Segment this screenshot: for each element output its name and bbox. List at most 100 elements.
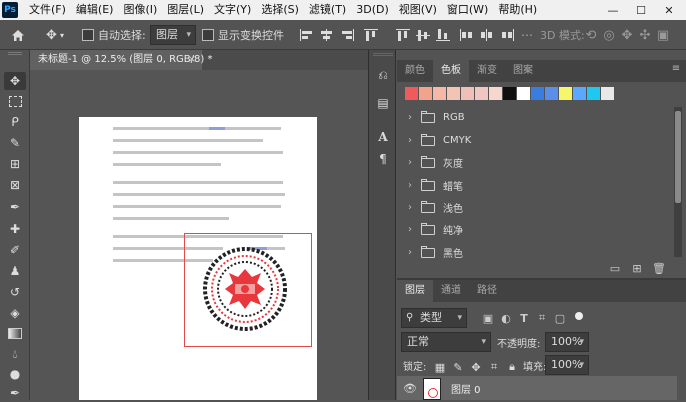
selection-bounding-box[interactable] [184, 233, 312, 347]
character-panel-icon[interactable]: A [373, 128, 393, 146]
crop-tool-icon[interactable]: ⊞ [4, 155, 26, 173]
eyedropper-tool-icon[interactable]: ✒ [4, 198, 26, 216]
filter-smart-object-icon[interactable]: ▢ [553, 311, 567, 325]
swatch[interactable] [559, 87, 572, 100]
swatches-scroll-thumb[interactable] [675, 111, 681, 203]
align-vertical-centers-icon[interactable] [416, 29, 430, 41]
menu-image[interactable]: 图像(I) [118, 0, 162, 20]
lock-image-pixels-icon[interactable]: ✎ [449, 358, 467, 376]
lock-position-icon[interactable]: ✥ [467, 358, 485, 376]
tab-gradients[interactable]: 渐变 [469, 60, 505, 82]
3d-pan-icon[interactable]: ✥ [620, 25, 634, 45]
move-tool-preset-icon[interactable]: ✥ ▾ [38, 25, 72, 45]
filter-pixel-layer-icon[interactable]: ▣ [481, 311, 495, 325]
marquee-tool-icon[interactable] [4, 92, 26, 110]
filter-shape-layer-icon[interactable]: ⌗ [535, 311, 549, 325]
swatch[interactable] [433, 87, 446, 100]
3d-orbit-icon[interactable]: ⟲ [584, 25, 598, 45]
swatch-group-pure[interactable]: › 纯净 [397, 220, 672, 239]
show-transform-checkbox[interactable] [202, 29, 214, 41]
move-tool-icon[interactable]: ✥ [4, 72, 26, 90]
swatch[interactable] [573, 87, 586, 100]
menu-file[interactable]: 文件(F) [24, 0, 71, 20]
tab-patterns[interactable]: 图案 [505, 60, 541, 82]
lasso-tool-icon[interactable]: ᑭ [4, 113, 26, 131]
lock-artboard-icon[interactable]: ⌗ [485, 358, 503, 376]
history-brush-tool-icon[interactable]: ↺ [4, 283, 26, 301]
swatch-group-light[interactable]: › 浅色 [397, 198, 672, 217]
swatch[interactable] [545, 87, 558, 100]
filter-type-layer-icon[interactable]: T [517, 311, 531, 325]
close-window-button[interactable]: ✕ [656, 0, 682, 20]
swatch[interactable] [405, 87, 418, 100]
filter-adjustment-layer-icon[interactable]: ◐ [499, 311, 513, 325]
minimize-button[interactable]: — [600, 0, 626, 20]
brush-tool-icon[interactable]: ✐ [4, 241, 26, 259]
align-top-edges-icon[interactable] [364, 29, 378, 41]
tab-layers[interactable]: 图层 [397, 280, 433, 302]
3d-roll-icon[interactable]: ◎ [602, 25, 616, 45]
new-group-icon[interactable]: ▭ [608, 261, 622, 275]
history-panel-icon[interactable]: ⎌ [373, 66, 393, 84]
maximize-button[interactable]: ☐ [628, 0, 654, 20]
distribute-right-icon[interactable] [500, 29, 514, 41]
menu-window[interactable]: 窗口(W) [442, 0, 493, 20]
align-left-edges-icon[interactable] [300, 29, 314, 41]
strip-grip[interactable] [373, 53, 393, 56]
menu-3d[interactable]: 3D(D) [351, 0, 394, 20]
document-tab[interactable]: 未标题-1 @ 12.5% (图层 0, RGB/8) * × [30, 50, 212, 70]
menu-type[interactable]: 文字(Y) [209, 0, 256, 20]
frame-tool-icon[interactable]: ⊠ [4, 176, 26, 194]
paragraph-panel-icon[interactable]: ¶ [373, 150, 393, 168]
3d-scale-icon[interactable]: ▣ [656, 25, 670, 45]
tab-swatches[interactable]: 色板 [433, 60, 469, 82]
swatches-scrollbar[interactable] [674, 107, 682, 257]
quick-selection-tool-icon[interactable]: ✎ [4, 134, 26, 152]
align-bottom-edges-icon[interactable] [436, 29, 450, 41]
layer-name[interactable]: 图层 0 [451, 381, 481, 396]
3d-slide-icon[interactable]: ✣ [638, 25, 652, 45]
fill-field[interactable]: 100% [545, 355, 589, 375]
panel-menu-icon[interactable]: ≡ [669, 63, 683, 77]
swatch[interactable] [447, 87, 460, 100]
swatch-group-cmyk[interactable]: › CMYK [397, 131, 672, 150]
blend-mode-dropdown[interactable]: 正常 [401, 332, 491, 352]
swatch[interactable] [461, 87, 474, 100]
swatch[interactable] [587, 87, 600, 100]
delete-swatch-icon[interactable]: 🗑︎ [652, 261, 666, 275]
clone-stamp-tool-icon[interactable]: ♟ [4, 262, 26, 280]
auto-select-target-dropdown[interactable]: 图层 [150, 25, 196, 45]
gradient-tool-icon[interactable] [4, 324, 26, 342]
swatch-group-pastel[interactable]: › 蜡笔 [397, 176, 672, 195]
swatch[interactable] [419, 87, 432, 100]
menu-select[interactable]: 选择(S) [256, 0, 304, 20]
filter-toggle-icon[interactable] [575, 312, 583, 320]
menu-view[interactable]: 视图(V) [394, 0, 442, 20]
menu-layer[interactable]: 图层(L) [162, 0, 209, 20]
auto-select-checkbox[interactable] [82, 29, 94, 41]
eye-visibility-icon[interactable]: 👁︎ [403, 382, 417, 395]
new-swatch-icon[interactable]: ⊞ [630, 261, 644, 275]
swatch[interactable] [601, 87, 614, 100]
lock-all-icon[interactable]: 🔒︎ [503, 358, 521, 376]
tab-channels[interactable]: 通道 [433, 280, 469, 302]
lock-transparent-pixels-icon[interactable]: ▦ [431, 358, 449, 376]
align-right-edges-icon[interactable] [340, 29, 354, 41]
swatch-group-rgb[interactable]: › RGB [397, 108, 672, 127]
distribute-center-icon[interactable] [480, 29, 494, 41]
healing-brush-tool-icon[interactable]: ✚ [4, 220, 26, 238]
swatch-group-dark[interactable]: › 黑色 [397, 243, 672, 262]
toolbar-grip[interactable] [8, 52, 22, 55]
menu-edit[interactable]: 编辑(E) [71, 0, 119, 20]
align-top-distribute-icon[interactable] [396, 29, 410, 41]
tab-color[interactable]: 颜色 [397, 60, 433, 82]
pen-tool-icon[interactable]: ✒ [4, 384, 26, 402]
document-tab-close-icon[interactable]: × [188, 50, 196, 70]
eraser-tool-icon[interactable]: ◈ [4, 304, 26, 322]
swatch[interactable] [475, 87, 488, 100]
layer-row[interactable]: 👁︎ 图层 0 [397, 376, 677, 400]
more-options-icon[interactable]: ⋯ [520, 25, 534, 45]
distribute-left-icon[interactable] [460, 29, 474, 41]
tab-paths[interactable]: 路径 [469, 280, 505, 302]
menu-filter[interactable]: 滤镜(T) [304, 0, 351, 20]
